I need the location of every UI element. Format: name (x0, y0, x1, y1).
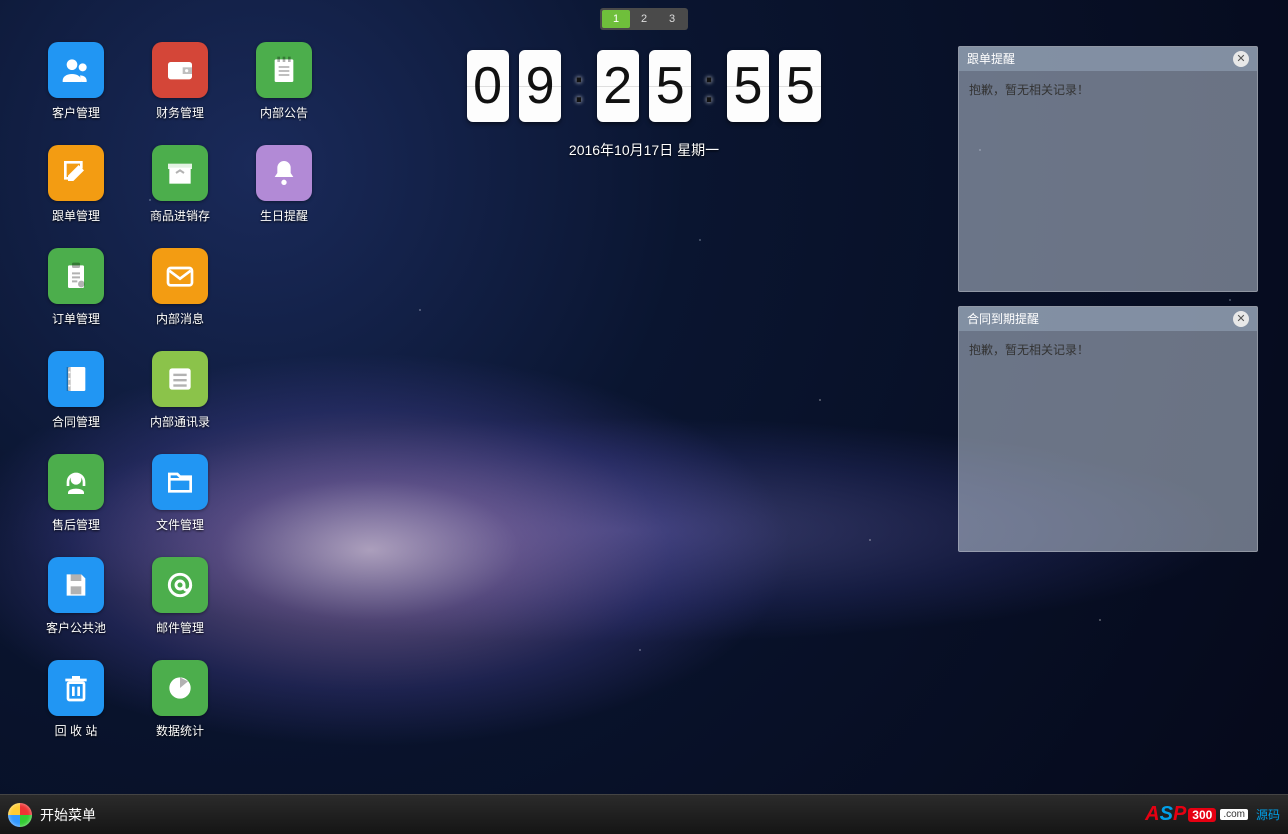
clock-h2: 9 (519, 50, 561, 122)
clock-widget: 0 9 : 2 5 : 5 5 2016年10月17日 星期一 (444, 50, 844, 160)
start-label: 开始菜单 (40, 805, 96, 825)
at-icon (152, 557, 208, 613)
taskbar: 开始菜单 ASP 300 .com 源码 (0, 794, 1288, 834)
icon-label: 客户公共池 (34, 619, 118, 636)
icon-label: 商品进销存 (138, 207, 222, 224)
desktop-icon-customer-pool[interactable]: 客户公共池 (34, 557, 118, 636)
icon-label: 生日提醒 (242, 207, 326, 224)
clock-colon: : (703, 50, 716, 122)
desktop-icon-followup-mgmt[interactable]: 跟单管理 (34, 145, 118, 224)
list-icon (152, 351, 208, 407)
desktop-icon-internal-announce[interactable]: 内部公告 (242, 42, 326, 121)
close-icon[interactable]: ✕ (1233, 311, 1249, 327)
desktop: 123 客户管理财务管理内部公告跟单管理商品进销存生日提醒订单管理内部消息合同管… (0, 0, 1288, 834)
desktop-icon-customer-mgmt[interactable]: 客户管理 (34, 42, 118, 121)
start-orb-icon (8, 803, 32, 827)
icon-label: 回 收 站 (34, 722, 118, 739)
desktop-icon-aftersales[interactable]: 售后管理 (34, 454, 118, 533)
pager-page-1[interactable]: 1 (602, 10, 630, 28)
icon-label: 售后管理 (34, 516, 118, 533)
clock-h1: 0 (467, 50, 509, 122)
desktop-icon-internal-msg[interactable]: 内部消息 (138, 248, 222, 327)
clock-date: 2016年10月17日 星期一 (444, 140, 844, 160)
desktop-icon-contacts[interactable]: 内部通讯录 (138, 351, 222, 430)
desktop-icon-contract-mgmt[interactable]: 合同管理 (34, 351, 118, 430)
bell-icon (256, 145, 312, 201)
desktop-icon-stats[interactable]: 数据统计 (138, 660, 222, 739)
widget-body: 抱歉，暂无相关记录！ (959, 71, 1257, 271)
mail-icon (152, 248, 208, 304)
book-icon (48, 351, 104, 407)
widget-title: 跟单提醒 (967, 47, 1015, 71)
edit-icon (48, 145, 104, 201)
widget-contract-expire: 合同到期提醒 ✕ 抱歉，暂无相关记录！ (958, 306, 1258, 552)
pie-icon (152, 660, 208, 716)
notepad-icon (256, 42, 312, 98)
desktop-icon-file-mgmt[interactable]: 文件管理 (138, 454, 222, 533)
icon-label: 数据统计 (138, 722, 222, 739)
clock-s2: 5 (779, 50, 821, 122)
brand-logo: ASP 300 .com 源码 (1145, 803, 1280, 826)
pager-page-2[interactable]: 2 (630, 10, 658, 28)
icon-label: 客户管理 (34, 104, 118, 121)
widget-body: 抱歉，暂无相关记录！ (959, 331, 1257, 531)
icon-label: 内部公告 (242, 104, 326, 121)
widget-follow-reminder: 跟单提醒 ✕ 抱歉，暂无相关记录！ (958, 46, 1258, 292)
clock-m1: 2 (597, 50, 639, 122)
pager-page-3[interactable]: 3 (658, 10, 686, 28)
icon-label: 跟单管理 (34, 207, 118, 224)
save-icon (48, 557, 104, 613)
icon-label: 合同管理 (34, 413, 118, 430)
widget-title: 合同到期提醒 (967, 307, 1039, 331)
clock-s1: 5 (727, 50, 769, 122)
support-icon (48, 454, 104, 510)
desktop-icon-birthday[interactable]: 生日提醒 (242, 145, 326, 224)
widget-header[interactable]: 跟单提醒 ✕ (959, 47, 1257, 71)
clipboard-icon (48, 248, 104, 304)
desktop-icon-mail-mgmt[interactable]: 邮件管理 (138, 557, 222, 636)
desktop-icon-order-mgmt[interactable]: 订单管理 (34, 248, 118, 327)
clock-colon: : (573, 50, 586, 122)
icon-label: 文件管理 (138, 516, 222, 533)
icon-label: 内部消息 (138, 310, 222, 327)
folder-icon (152, 454, 208, 510)
people-icon (48, 42, 104, 98)
clock-m2: 5 (649, 50, 691, 122)
wallet-icon (152, 42, 208, 98)
desktop-icon-inventory[interactable]: 商品进销存 (138, 145, 222, 224)
icon-label: 财务管理 (138, 104, 222, 121)
icon-label: 内部通讯录 (138, 413, 222, 430)
desktop-icon-recycle[interactable]: 回 收 站 (34, 660, 118, 739)
close-icon[interactable]: ✕ (1233, 51, 1249, 67)
box-icon (152, 145, 208, 201)
desktop-pager: 123 (600, 8, 688, 30)
trash-icon (48, 660, 104, 716)
desktop-icon-finance-mgmt[interactable]: 财务管理 (138, 42, 222, 121)
icon-label: 订单管理 (34, 310, 118, 327)
start-button[interactable]: 开始菜单 (8, 803, 96, 827)
icon-label: 邮件管理 (138, 619, 222, 636)
widget-header[interactable]: 合同到期提醒 ✕ (959, 307, 1257, 331)
